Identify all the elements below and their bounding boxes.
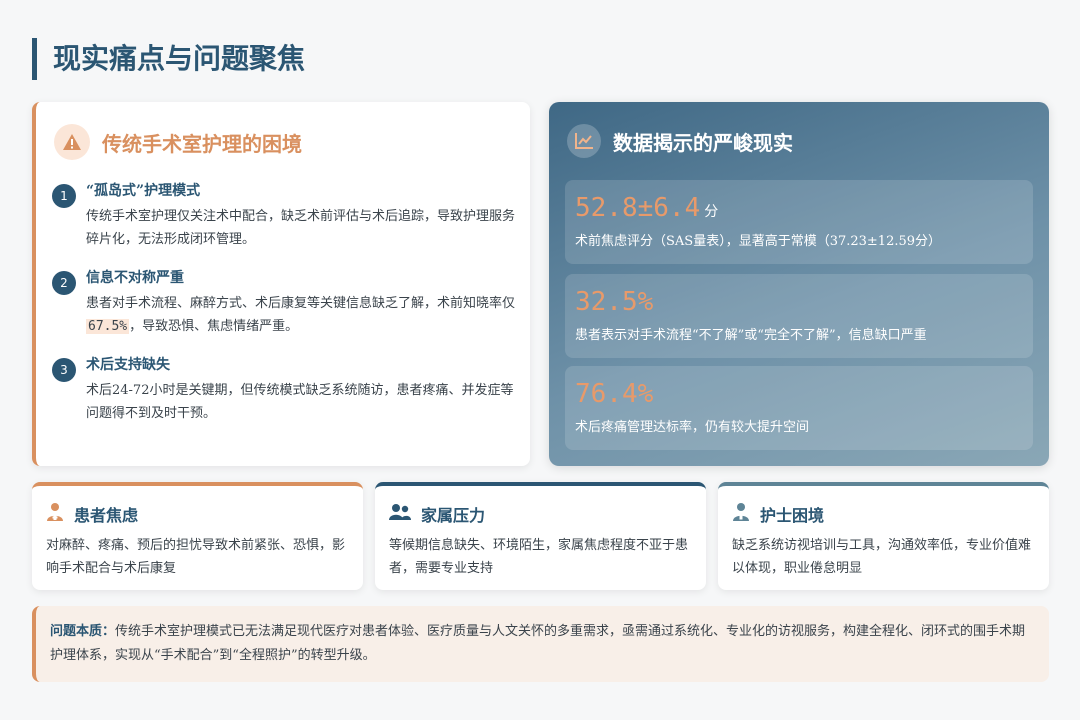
awareness-rate-highlight: 67.5% [86, 319, 130, 334]
stat-description: 患者表示对手术流程“不了解”或“完全不了解”，信息缺口严重 [575, 328, 927, 343]
item-number: 1 [52, 184, 76, 208]
card-title: 护士困境 [760, 506, 825, 525]
list-item: 2 信息不对称严重 患者对手术流程、麻醉方式、术后康复等关键信息缺乏了解，术前知… [52, 267, 516, 338]
card-title: 患者焦虑 [74, 506, 139, 525]
patient-anxiety-card: 患者焦虑 对麻醉、疼痛、预后的担忧导致术前紧张、恐惧，影响手术配合与术后康复 [32, 482, 363, 590]
item-text-part: ，导致恐惧、焦虑情绪严重。 [129, 319, 299, 334]
stat-description: 术前焦虑评分（SAS量表），显著高于常模（37.23±12.59分） [575, 234, 942, 249]
stat-description: 术后疼痛管理达标率，仍有较大提升空间 [575, 420, 810, 435]
dilemma-title: 传统手术室护理的困境 [102, 131, 302, 156]
page-title: 现实痛点与问题聚焦 [32, 38, 305, 80]
item-title: “孤岛式”护理模式 [86, 183, 201, 199]
card-text: 缺乏系统访视培训与工具，沟通效率低，专业价值难以体现，职业倦怠明显 [732, 538, 1032, 576]
dilemma-card: 传统手术室护理的困境 1 “孤岛式”护理模式 传统手术室护理仅关注术中配合，缺乏… [32, 102, 530, 466]
warning-icon [54, 124, 90, 160]
stat-unit: 分 [704, 204, 719, 220]
data-card: 数据揭示的严峻现实 52.8±6.4 分 术前焦虑评分（SAS量表），显著高于常模… [549, 102, 1049, 466]
item-text-part: 患者对手术流程、麻醉方式、术后康复等关键信息缺乏了解，术前知晓率仅 [86, 296, 516, 311]
note-text: 传统手术室护理模式已无法满足现代医疗对患者体验、医疗质量与人文关怀的多重需求，亟… [50, 624, 1026, 663]
patient-icon [46, 502, 64, 526]
users-icon [389, 503, 411, 525]
card-title: 家属压力 [421, 506, 486, 525]
list-item: 1 “孤岛式”护理模式 传统手术室护理仅关注术中配合，缺乏术前评估与术后追踪，导… [52, 180, 516, 251]
stat-box: 32.5% 患者表示对手术流程“不了解”或“完全不了解”，信息缺口严重 [565, 274, 1033, 358]
item-number: 3 [52, 358, 76, 382]
line-chart-icon [567, 124, 601, 158]
nurse-dilemma-card: 护士困境 缺乏系统访视培训与工具，沟通效率低，专业价值难以体现，职业倦怠明显 [718, 482, 1049, 590]
stat-box: 76.4% 术后疼痛管理达标率，仍有较大提升空间 [565, 366, 1033, 450]
stat-box: 52.8±6.4 分 术前焦虑评分（SAS量表），显著高于常模（37.23±12.… [565, 180, 1033, 264]
stat-value: 52.8±6.4 [575, 193, 701, 223]
dilemma-header: 传统手术室护理的困境 [54, 124, 302, 160]
item-text: 术后24-72小时是关键期，但传统模式缺乏系统随访，患者疼痛、并发症等问题得不到… [86, 383, 514, 421]
dilemma-list: 1 “孤岛式”护理模式 传统手术室护理仅关注术中配合，缺乏术前评估与术后追踪，导… [52, 180, 516, 441]
note-label: 问题本质： [50, 624, 116, 639]
data-title: 数据揭示的严峻现实 [613, 130, 793, 155]
problem-essence-note: 问题本质：传统手术室护理模式已无法满足现代医疗对患者体验、医疗质量与人文关怀的多… [32, 606, 1049, 682]
data-header: 数据揭示的严峻现实 [567, 124, 793, 158]
item-title: 术后支持缺失 [86, 357, 170, 373]
item-title: 信息不对称严重 [86, 270, 184, 286]
nurse-icon [732, 502, 750, 526]
item-text: 患者对手术流程、麻醉方式、术后康复等关键信息缺乏了解，术前知晓率仅 67.5% ，导… [86, 292, 516, 338]
card-text: 等候期信息缺失、环境陌生，家属焦虑程度不亚于患者，需要专业支持 [389, 538, 689, 576]
item-text: 传统手术室护理仅关注术中配合，缺乏术前评估与术后追踪，导致护理服务碎片化，无法形… [86, 209, 516, 247]
stat-value: 32.5% [575, 287, 654, 317]
stat-value: 76.4% [575, 379, 654, 409]
list-item: 3 术后支持缺失 术后24-72小时是关键期，但传统模式缺乏系统随访，患者疼痛、… [52, 354, 516, 425]
family-pressure-card: 家属压力 等候期信息缺失、环境陌生，家属焦虑程度不亚于患者，需要专业支持 [375, 482, 706, 590]
card-text: 对麻醉、疼痛、预后的担忧导致术前紧张、恐惧，影响手术配合与术后康复 [46, 538, 346, 576]
item-number: 2 [52, 271, 76, 295]
